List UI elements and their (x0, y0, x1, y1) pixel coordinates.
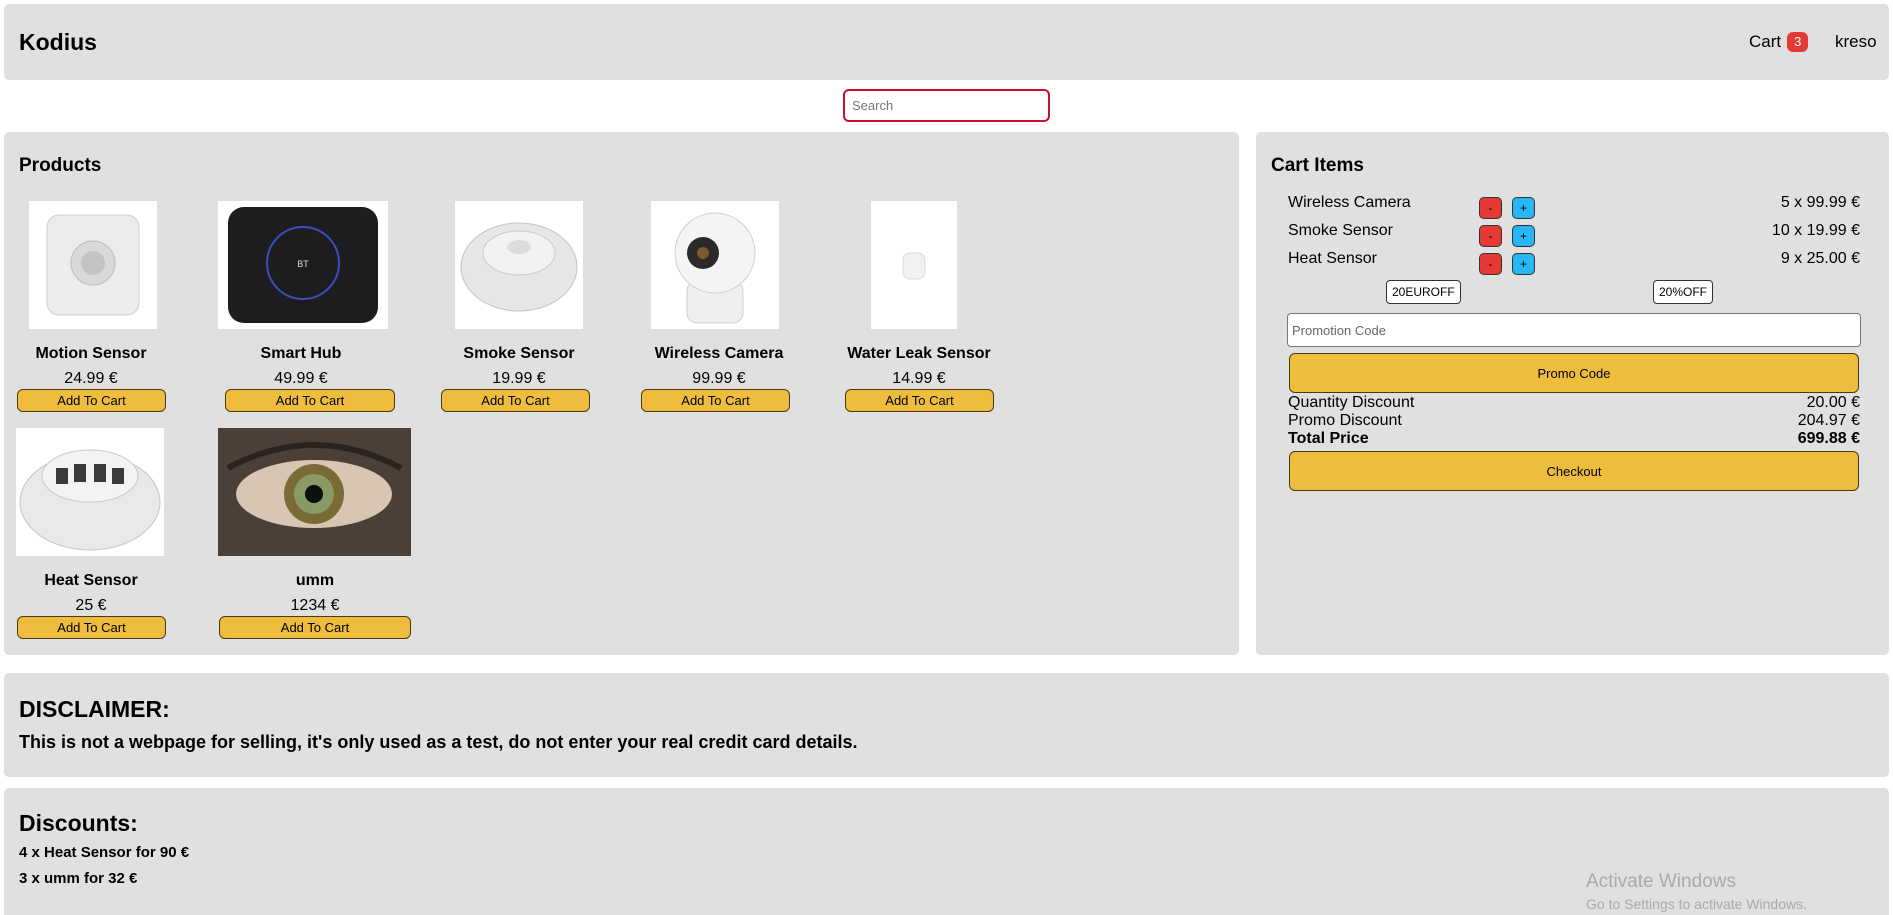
decrease-quantity-button[interactable]: - (1479, 225, 1502, 247)
product-image-smart-hub: BT (218, 201, 388, 329)
product-name: Motion Sensor (35, 345, 147, 362)
cart-item-quantity: 9 x 25.00 € (1780, 250, 1860, 267)
promotion-code-input[interactable] (1287, 313, 1861, 347)
increase-quantity-button[interactable]: + (1512, 253, 1535, 275)
coupon-tag-button[interactable]: 20EUROFF (1386, 280, 1461, 304)
cart-item-quantity: 10 x 19.99 € (1771, 222, 1860, 239)
product-price: 25 € (75, 597, 107, 614)
cart-item-row: Smoke Sensor - + 10 x 19.99 € (1288, 222, 1860, 248)
add-to-cart-button[interactable]: Add To Cart (17, 616, 166, 639)
promo-code-button[interactable]: Promo Code (1289, 353, 1859, 393)
cart-label: Cart (1749, 32, 1782, 51)
product-price: 99.99 € (692, 370, 746, 387)
product-card: Smoke Sensor 19.99 € Add To Cart (440, 201, 598, 412)
disclaimer-text: This is not a webpage for selling, it's … (19, 732, 858, 752)
cart-item-quantity: 5 x 99.99 € (1780, 194, 1860, 211)
product-card: Heat Sensor 25 € Add To Cart (16, 428, 166, 639)
add-to-cart-button[interactable]: Add To Cart (17, 389, 166, 412)
decrease-quantity-button[interactable]: - (1479, 253, 1502, 275)
product-card: umm 1234 € Add To Cart (218, 428, 412, 639)
product-image-water-leak-sensor (871, 201, 957, 329)
product-name: Smart Hub (260, 345, 342, 362)
product-name: umm (295, 572, 335, 589)
add-to-cart-button[interactable]: Add To Cart (641, 389, 790, 412)
checkout-button[interactable]: Checkout (1289, 451, 1859, 491)
cart-item-name: Wireless Camera (1288, 194, 1411, 211)
promo-discount-row: Promo Discount 204.97 € (1288, 412, 1860, 430)
total-price-row: Total Price 699.88 € (1288, 430, 1860, 448)
quantity-discount-row: Quantity Discount 20.00 € (1288, 394, 1860, 412)
add-to-cart-button[interactable]: Add To Cart (845, 389, 994, 412)
product-price: 1234 € (290, 597, 340, 614)
search-input[interactable] (843, 89, 1050, 122)
product-card: Wireless Camera 99.99 € Add To Cart (640, 201, 798, 412)
discount-item: 4 x Heat Sensor for 90 € (19, 844, 190, 861)
cart-title: Cart Items (1271, 155, 1364, 176)
header-bar: Kodius Cart 3 kreso (4, 4, 1889, 80)
svg-text:BT: BT (297, 259, 309, 269)
activate-windows-watermark: Activate Windows Go to Settings to activ… (1586, 871, 1807, 912)
cart-item-name: Smoke Sensor (1288, 222, 1393, 239)
promo-discount-value: 204.97 € (1797, 412, 1860, 429)
products-title: Products (19, 155, 102, 176)
add-to-cart-button[interactable]: Add To Cart (441, 389, 590, 412)
total-price-value: 699.88 € (1797, 430, 1860, 447)
product-price: 19.99 € (492, 370, 546, 387)
product-image-smoke-sensor (455, 201, 583, 329)
product-price: 14.99 € (892, 370, 946, 387)
products-panel: Products Motion Sensor 24.99 € Add To Ca… (4, 132, 1239, 655)
product-card: BT Smart Hub 49.99 € Add To Cart (216, 201, 395, 412)
quantity-discount-label: Quantity Discount (1288, 394, 1415, 411)
product-image-umm (218, 428, 411, 556)
cart-item-name: Heat Sensor (1288, 250, 1377, 267)
product-price: 49.99 € (274, 370, 328, 387)
user-name[interactable]: kreso (1835, 32, 1877, 52)
cart-item-row: Wireless Camera - + 5 x 99.99 € (1288, 194, 1860, 220)
product-image-wireless-camera (651, 201, 779, 329)
cart-count-badge: 3 (1787, 32, 1809, 52)
add-to-cart-button[interactable]: Add To Cart (219, 616, 411, 639)
total-price-label: Total Price (1288, 430, 1369, 447)
product-price: 24.99 € (64, 370, 118, 387)
increase-quantity-button[interactable]: + (1512, 225, 1535, 247)
discounts-title: Discounts: (19, 810, 138, 836)
coupon-tag-button[interactable]: 20%OFF (1653, 280, 1714, 304)
product-name: Heat Sensor (44, 572, 138, 589)
brand-logo[interactable]: Kodius (19, 29, 97, 56)
decrease-quantity-button[interactable]: - (1479, 197, 1502, 219)
cart-item-row: Heat Sensor - + 9 x 25.00 € (1288, 250, 1860, 276)
product-name: Wireless Camera (654, 345, 784, 362)
product-card: Motion Sensor 24.99 € Add To Cart (16, 201, 166, 412)
product-image-motion-sensor (29, 201, 157, 329)
watermark-title: Activate Windows (1586, 871, 1736, 892)
watermark-subtitle: Go to Settings to activate Windows. (1586, 896, 1807, 912)
product-image-heat-sensor (16, 428, 164, 556)
product-name: Smoke Sensor (463, 345, 575, 362)
promo-discount-label: Promo Discount (1288, 412, 1402, 429)
add-to-cart-button[interactable]: Add To Cart (225, 389, 395, 412)
product-name: Water Leak Sensor (847, 345, 991, 362)
increase-quantity-button[interactable]: + (1512, 197, 1535, 219)
disclaimer-panel: DISCLAIMER: This is not a webpage for se… (4, 673, 1889, 777)
disclaimer-title: DISCLAIMER: (19, 696, 170, 722)
product-card: Water Leak Sensor 14.99 € Add To Cart (836, 201, 1002, 412)
discount-item: 3 x umm for 32 € (19, 870, 138, 887)
cart-panel: Cart Items Wireless Camera - + 5 x 99.99… (1256, 132, 1889, 655)
cart-link[interactable]: Cart 3 (1749, 32, 1809, 52)
quantity-discount-value: 20.00 € (1806, 394, 1860, 411)
